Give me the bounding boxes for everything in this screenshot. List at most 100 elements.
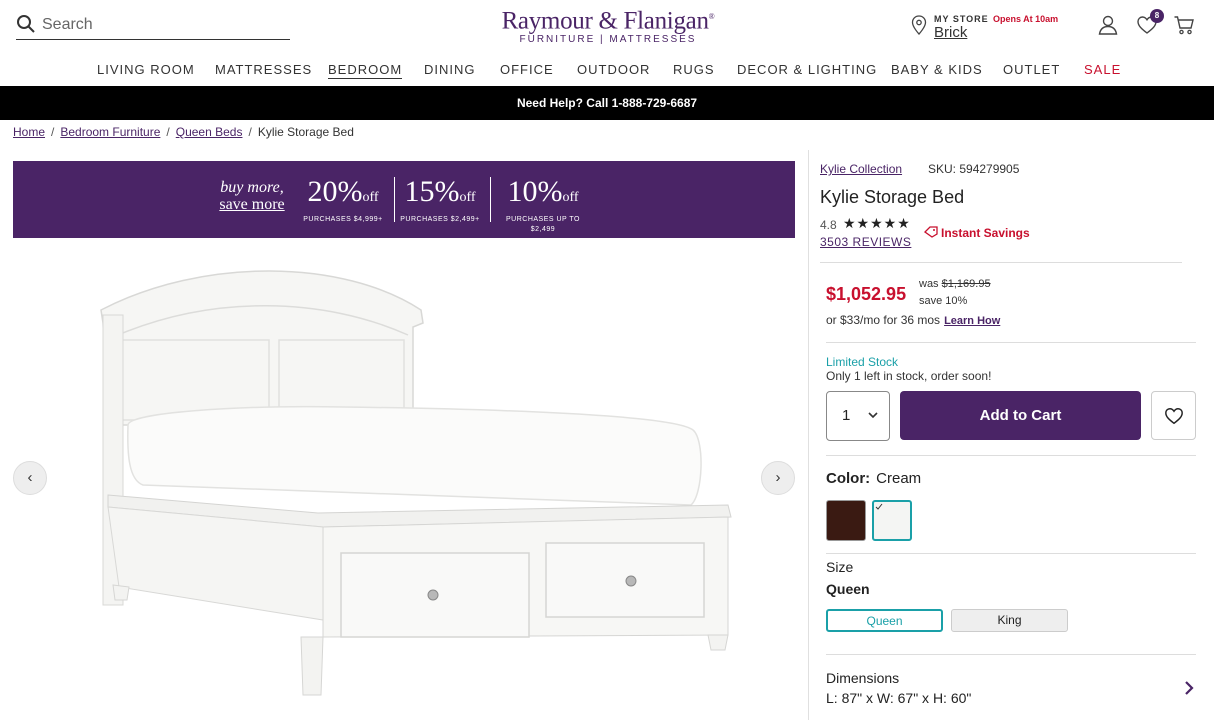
financing-info: or $33/mo for 36 mos Learn How bbox=[826, 313, 1000, 327]
breadcrumb-separator: / bbox=[166, 125, 170, 139]
promo-deal: 20%off PURCHASES $4,999+ bbox=[300, 175, 386, 225]
logo-registered: ® bbox=[708, 12, 715, 21]
promo-deal: 10%off PURCHASES UP TO $2,499 bbox=[493, 175, 593, 235]
search-input[interactable] bbox=[42, 14, 282, 36]
logo-main-text: Raymour & Flanigan bbox=[501, 7, 709, 35]
price-tag-icon bbox=[924, 226, 938, 238]
breadcrumb-current: Kylie Storage Bed bbox=[257, 125, 354, 139]
color-label-text: Color: bbox=[826, 470, 871, 487]
product-sku: SKU: 594279905 bbox=[928, 162, 1020, 176]
original-price: $1,169.95 bbox=[941, 278, 991, 290]
instant-savings-link[interactable]: Instant Savings bbox=[924, 226, 1030, 240]
breadcrumb-separator: / bbox=[51, 125, 55, 139]
breadcrumb: Home / Bedroom Furniture / Queen Beds / Kylie … bbox=[13, 125, 354, 139]
nav-item-outlet[interactable]: OUTLET bbox=[1003, 62, 1060, 77]
promo-line-2: save more bbox=[219, 196, 285, 213]
product-image-bed bbox=[100, 270, 732, 696]
quantity-value: 1 bbox=[842, 407, 851, 424]
promo-line-1: buy more, bbox=[220, 179, 284, 196]
nav-item-office[interactable]: OFFICE bbox=[500, 62, 554, 77]
promo-deal-percent: 15% bbox=[404, 175, 460, 208]
promo-divider bbox=[490, 177, 491, 222]
nav-item-outdoor[interactable]: OUTDOOR bbox=[577, 62, 650, 77]
column-divider bbox=[808, 150, 809, 720]
divider bbox=[826, 455, 1196, 456]
divider bbox=[820, 262, 1182, 263]
gallery-next-button[interactable]: › bbox=[761, 461, 795, 495]
monthly-payment: or $33/mo for 36 mos bbox=[826, 313, 941, 327]
add-to-cart-button[interactable]: Add to Cart bbox=[900, 391, 1141, 440]
quantity-select[interactable]: 1 bbox=[826, 391, 890, 441]
site-logo[interactable]: Raymour & Flanigan® FURNITURE | MATTRESS… bbox=[490, 4, 726, 46]
store-name-link[interactable]: Brick bbox=[934, 24, 967, 41]
color-swatch-cream[interactable] bbox=[872, 500, 912, 541]
breadcrumb-separator: / bbox=[248, 125, 252, 139]
promo-deal-off: off bbox=[459, 190, 476, 205]
divider bbox=[826, 342, 1196, 343]
size-option-queen[interactable]: Queen bbox=[826, 609, 943, 632]
my-store[interactable]: MY STORE Opens At 10am Brick bbox=[911, 12, 1081, 42]
save-percent: save 10% bbox=[919, 295, 968, 307]
help-bar[interactable]: Need Help? Call 1-888-729-6687 bbox=[0, 86, 1214, 120]
promo-deal-percent: 20% bbox=[307, 175, 363, 208]
wishlist-count-badge: 8 bbox=[1150, 9, 1164, 23]
stock-note: Only 1 left in stock, order soon! bbox=[826, 369, 992, 383]
dimensions-value: L: 87" x W: 67" x H: 60" bbox=[826, 690, 972, 706]
cart-icon[interactable] bbox=[1173, 14, 1195, 36]
promo-banner[interactable]: buy more, save more 20%off PURCHASES $4,… bbox=[13, 161, 795, 238]
divider bbox=[826, 654, 1196, 655]
stock-status: Limited Stock bbox=[826, 355, 899, 369]
learn-how-link[interactable]: Learn How bbox=[944, 315, 1000, 327]
add-to-wishlist-button[interactable] bbox=[1151, 391, 1196, 440]
divider bbox=[826, 553, 1196, 554]
promo-deal-condition: PURCHASES $2,499+ bbox=[400, 216, 480, 223]
promo-deal-condition: PURCHASES $4,999+ bbox=[303, 216, 383, 223]
logo-subtitle: FURNITURE | MATTRESSES bbox=[519, 34, 697, 46]
promo-deal-percent: 10% bbox=[507, 175, 563, 208]
promo-deal-condition: PURCHASES UP TO $2,499 bbox=[505, 216, 581, 233]
search-icon[interactable] bbox=[16, 14, 36, 34]
sale-price: $1,052.95 bbox=[826, 284, 907, 304]
color-label: Color: Cream bbox=[826, 470, 921, 487]
nav-item-baby-kids[interactable]: BABY & KIDS bbox=[891, 62, 983, 77]
collection-link[interactable]: Kylie Collection bbox=[820, 162, 902, 176]
breadcrumb-bedroom-furniture[interactable]: Bedroom Furniture bbox=[60, 125, 160, 139]
nav-item-rugs[interactable]: RUGS bbox=[673, 62, 715, 77]
breadcrumb-queen-beds[interactable]: Queen Beds bbox=[176, 125, 243, 139]
breadcrumb-home[interactable]: Home bbox=[13, 125, 45, 139]
product-title: Kylie Storage Bed bbox=[820, 187, 965, 207]
heart-icon bbox=[1165, 407, 1183, 425]
promo-deal-off: off bbox=[362, 190, 379, 205]
store-hours: Opens At 10am bbox=[993, 14, 1059, 24]
nav-item-decor-lighting[interactable]: DECOR & LIGHTING bbox=[737, 62, 877, 77]
store-label: MY STORE bbox=[934, 14, 989, 24]
rating-value: 4.8 bbox=[820, 218, 837, 232]
nav-item-living-room[interactable]: LIVING ROOM bbox=[97, 62, 195, 77]
color-value: Cream bbox=[876, 470, 922, 487]
rating-stars: ★★★★★ bbox=[843, 215, 911, 231]
promo-divider bbox=[394, 177, 395, 222]
nav-item-mattresses[interactable]: MATTRESSES bbox=[215, 62, 312, 77]
nav-item-dining[interactable]: DINING bbox=[424, 62, 476, 77]
chevron-down-icon bbox=[868, 412, 878, 419]
site-header: Raymour & Flanigan® FURNITURE | MATTRESS… bbox=[0, 0, 1214, 86]
promo-deal: 15%off PURCHASES $2,499+ bbox=[397, 175, 483, 225]
size-label: Size bbox=[826, 559, 854, 575]
nav-item-bedroom[interactable]: BEDROOM bbox=[328, 62, 403, 79]
check-icon bbox=[875, 503, 883, 510]
search-bar[interactable] bbox=[16, 12, 290, 40]
color-swatch-espresso[interactable] bbox=[826, 500, 866, 541]
account-icon[interactable] bbox=[1097, 14, 1119, 36]
gallery-prev-button[interactable]: ‹ bbox=[13, 461, 47, 495]
was-price: was $1,169.95 bbox=[919, 278, 991, 290]
reviews-link[interactable]: 3503 REVIEWS bbox=[820, 235, 911, 249]
chevron-right-icon[interactable] bbox=[1182, 680, 1196, 696]
size-value: Queen bbox=[826, 581, 870, 597]
size-option-king[interactable]: King bbox=[951, 609, 1068, 632]
promo-deal-off: off bbox=[562, 190, 579, 205]
nav-item-sale[interactable]: SALE bbox=[1084, 62, 1121, 77]
instant-savings-label: Instant Savings bbox=[941, 226, 1030, 240]
location-pin-icon bbox=[911, 15, 927, 35]
was-label: was bbox=[919, 278, 939, 290]
promo-headline: buy more, save more bbox=[213, 179, 291, 213]
